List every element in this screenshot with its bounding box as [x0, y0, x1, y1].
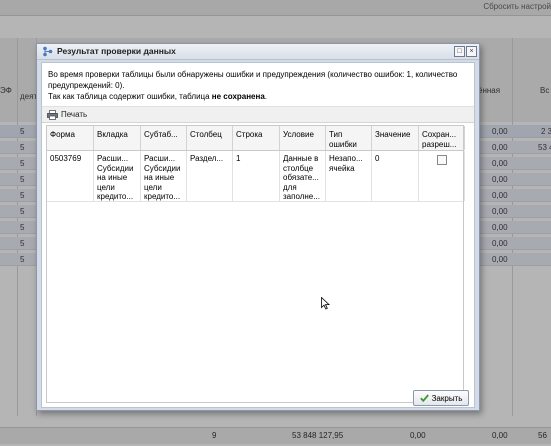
message-errors-summary: Во время проверки таблицы были обнаружен…: [48, 70, 458, 90]
column-header-condition[interactable]: Условие: [280, 126, 326, 150]
close-icon[interactable]: ×: [466, 46, 477, 57]
hierarchy-icon: [43, 46, 53, 57]
dialog-toolbar: Печать: [42, 106, 474, 123]
table-row[interactable]: 0503769 Расши... Субсидии на иные цели к…: [47, 151, 465, 202]
column-header-tab[interactable]: Вкладка: [94, 126, 141, 150]
column-header-error-type[interactable]: Тип ошибки: [326, 126, 372, 150]
cell-form: 0503769: [47, 151, 94, 201]
cell-tab: Расши... Субсидии на иные цели кредито..…: [94, 151, 141, 201]
cell-error-type: Незапо... ячейка: [326, 151, 372, 201]
dialog-titlebar[interactable]: Результат проверки данных □ ×: [37, 44, 479, 60]
maximize-icon[interactable]: □: [454, 46, 465, 57]
dialog-body: Во время проверки таблицы были обнаружен…: [41, 62, 475, 408]
errors-table: Форма Вкладка Субтаб... Столбец Строка У…: [46, 125, 465, 403]
validation-message: Во время проверки таблицы были обнаружен…: [48, 69, 468, 102]
save-allowed-checkbox[interactable]: [436, 155, 447, 165]
message-suffix: .: [264, 92, 268, 101]
column-header-column[interactable]: Столбец: [187, 126, 233, 150]
message-prefix: Так как таблица содержит ошибки, таблица: [48, 92, 212, 101]
column-header-form[interactable]: Форма: [47, 126, 94, 150]
cell-column: Раздел...: [187, 151, 233, 201]
column-header-subtab[interactable]: Субтаб...: [141, 126, 187, 150]
cell-value: 0: [372, 151, 419, 201]
close-button[interactable]: Закрыть: [413, 390, 469, 406]
column-header-value[interactable]: Значение: [372, 126, 419, 150]
mouse-cursor-icon: [321, 297, 330, 310]
validation-result-dialog: Результат проверки данных □ × Во время п…: [36, 43, 480, 411]
cell-row: 1: [233, 151, 280, 201]
printer-icon: [47, 109, 58, 120]
checkmark-icon: [419, 394, 429, 402]
column-header-save-allowed[interactable]: Сохран... разреш...: [419, 126, 465, 150]
cell-condition: Данные в столбце обязате... для заполне.…: [280, 151, 326, 201]
cell-subtab: Расши... Субсидии на иные цели кредито..…: [141, 151, 187, 201]
dialog-footer: Закрыть: [37, 389, 479, 409]
errors-table-header: Форма Вкладка Субтаб... Столбец Строка У…: [47, 126, 465, 151]
message-not-saved: Так как таблица содержит ошибки, таблица…: [48, 91, 468, 102]
dialog-title: Результат проверки данных: [57, 46, 176, 56]
print-button[interactable]: Печать: [47, 109, 87, 120]
cell-save-allowed: [419, 151, 465, 201]
print-label: Печать: [61, 110, 88, 119]
message-bold: не сохранена: [211, 92, 265, 101]
column-header-row[interactable]: Строка: [233, 126, 280, 150]
close-button-label: Закрыть: [431, 393, 463, 403]
